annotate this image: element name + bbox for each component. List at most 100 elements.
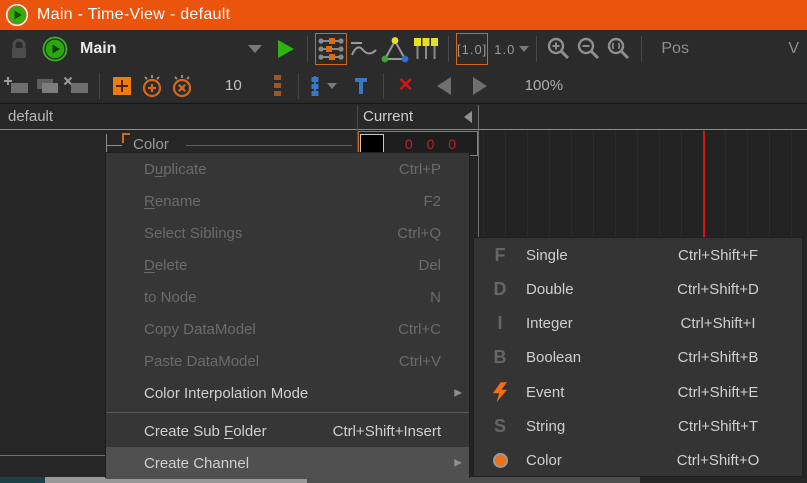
boolean-type-icon: B: [488, 347, 512, 368]
type-letter-icon: F: [495, 245, 506, 266]
zoom-in-button[interactable]: [544, 33, 574, 65]
submenu-item-label: Color: [526, 452, 562, 469]
scene-active-button[interactable]: [40, 33, 70, 65]
marker-pin-icon: [353, 76, 369, 96]
menu-item-label: to Node: [144, 289, 197, 306]
panel-headers: default Current: [0, 104, 807, 130]
toolbar-divider: [448, 36, 449, 62]
delete-folder-button[interactable]: [62, 70, 92, 102]
submenu-item-double[interactable]: DDoubleCtrl+Shift+D: [474, 272, 802, 306]
type-letter-icon: B: [494, 347, 507, 368]
row-connector-line: [186, 145, 352, 146]
zoom-in-icon: [546, 37, 572, 61]
tree-branch-line: [106, 134, 107, 152]
color-swatch[interactable]: [360, 134, 384, 153]
menu-item-shortcut: Ctrl+Q: [397, 225, 441, 242]
add-folder-button[interactable]: [2, 70, 32, 102]
menu-item-paste-datamodel[interactable]: Paste DataModelCtrl+V: [106, 345, 469, 377]
collapse-column-button[interactable]: [464, 111, 472, 123]
frame-step-value: 10: [225, 77, 242, 94]
delete-marker-button[interactable]: ✕: [391, 70, 421, 102]
menu-item-create-sub-folder[interactable]: Create Sub FolderCtrl+Shift+Insert: [106, 415, 469, 447]
submenu-arrow-icon: ▶: [454, 388, 462, 399]
zoom-fit-button[interactable]: [604, 33, 634, 65]
delete-stopwatch-button[interactable]: [167, 70, 197, 102]
menu-item-select-siblings[interactable]: Select SiblingsCtrl+Q: [106, 217, 469, 249]
chevron-down-icon: [519, 46, 529, 52]
color-space-toggle[interactable]: [379, 33, 411, 65]
frame-scale-toggle[interactable]: [1.0]: [456, 33, 488, 65]
scene-selector[interactable]: Main: [80, 33, 262, 65]
menu-item-delete[interactable]: Delete Del: [106, 249, 469, 281]
submenu-item-label: Integer: [526, 315, 573, 332]
toolbar-divider: [641, 36, 642, 62]
single-type-icon: F: [488, 245, 512, 266]
submenu-item-string[interactable]: SStringCtrl+Shift+T: [474, 409, 802, 443]
menu-item-rename[interactable]: RenameF2: [106, 185, 469, 217]
toolbar-divider: [307, 36, 308, 62]
submenu-item-shortcut: Ctrl+Shift+D: [634, 281, 802, 298]
lock-button[interactable]: [4, 33, 34, 65]
value-column-label: V: [788, 40, 799, 58]
prev-frame-button[interactable]: [429, 70, 459, 102]
submenu-item-shortcut: Ctrl+Shift+I: [634, 315, 802, 332]
add-stopwatch-button[interactable]: [137, 70, 167, 102]
color-type-icon: [488, 453, 512, 468]
submenu-item-label: Event: [526, 384, 564, 401]
toolbar-divider: [99, 73, 100, 99]
next-frame-button[interactable]: [465, 70, 495, 102]
chevron-down-icon: [248, 45, 262, 53]
menu-item-label: Delete: [144, 257, 187, 274]
marker-pin-button[interactable]: [346, 70, 376, 102]
marker-mode-selector[interactable]: [306, 70, 338, 102]
track-view-toggle[interactable]: [315, 33, 347, 65]
bottom-strip-segment: [0, 477, 45, 483]
timeline-header: [478, 104, 807, 129]
zoom-out-button[interactable]: [574, 33, 604, 65]
speed-selector[interactable]: 1.0: [494, 42, 529, 57]
submenu-item-single[interactable]: FSingleCtrl+Shift+F: [474, 238, 802, 272]
curve-icon: [348, 37, 378, 61]
submenu-item-color[interactable]: ColorCtrl+Shift+O: [474, 444, 802, 478]
menu-item-label: Create Channel: [144, 455, 249, 472]
double-type-icon: D: [488, 279, 512, 300]
drag-handle[interactable]: [274, 75, 281, 96]
lock-icon: [9, 38, 29, 60]
menu-item-create-channel[interactable]: Create Channel ▶: [106, 447, 469, 479]
delete-folder-icon: [63, 75, 91, 97]
add-keyframe-button[interactable]: [107, 70, 137, 102]
position-column-label: Pos: [661, 40, 689, 58]
add-keyframe-icon: [113, 77, 131, 95]
curve-view-toggle[interactable]: [347, 33, 379, 65]
current-column-header: Current: [357, 104, 478, 129]
scene-active-icon: [42, 36, 68, 62]
window-app-icon: [5, 3, 29, 27]
delete-x-icon: ✕: [398, 76, 414, 95]
submenu-item-event[interactable]: EventCtrl+Shift+E: [474, 375, 802, 409]
submenu-item-boolean[interactable]: B Boolean Ctrl+Shift+B: [474, 341, 802, 375]
menu-item-shortcut: Ctrl+P: [399, 161, 441, 178]
zoom-out-icon: [576, 37, 602, 61]
folder-button[interactable]: [32, 70, 62, 102]
menu-item-color-interpolation-mode[interactable]: Color Interpolation Mode ▶: [106, 377, 469, 409]
add-folder-icon: [3, 75, 31, 97]
create-channel-submenu: FSingleCtrl+Shift+FDDoubleCtrl+Shift+DII…: [473, 237, 803, 477]
submenu-arrow-icon: ▶: [454, 458, 462, 469]
play-button[interactable]: [270, 33, 300, 65]
title-bar: Main - Time-View - default: [0, 0, 807, 30]
menu-item-shortcut: Del: [418, 257, 441, 274]
channel-row-color[interactable]: Color: [133, 136, 169, 153]
markers-toggle[interactable]: [411, 33, 441, 65]
menu-item-duplicate[interactable]: DuplicateCtrl+P: [106, 153, 469, 185]
main-toolbar: Main: [0, 30, 807, 68]
add-stopwatch-icon: [140, 74, 164, 98]
submenu-item-label: Boolean: [526, 349, 581, 366]
zoom-level-value: 100%: [525, 77, 563, 94]
submenu-item-shortcut: Ctrl+Shift+B: [634, 349, 802, 366]
menu-item-label: Color Interpolation Mode: [144, 385, 308, 402]
menu-item-copy-datamodel[interactable]: Copy DataModelCtrl+C: [106, 313, 469, 345]
menu-item-to-node[interactable]: to NodeN: [106, 281, 469, 313]
submenu-item-integer[interactable]: I Integer Ctrl+Shift+I: [474, 307, 802, 341]
type-letter-icon: I: [497, 313, 502, 334]
time-view-window: Main - Time-View - default Main: [0, 0, 807, 483]
